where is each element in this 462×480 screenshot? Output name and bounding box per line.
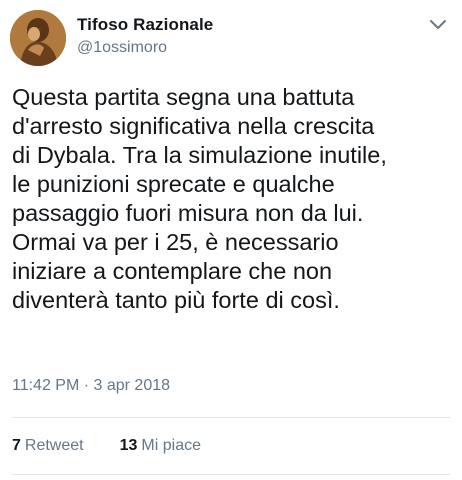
avatar-image — [10, 10, 66, 66]
user-handle[interactable]: @1ossimoro — [77, 39, 167, 57]
retweets-count: 7 — [12, 437, 21, 454]
tweet-text-line: le punizioni sprecate e qualche — [12, 171, 335, 197]
divider — [12, 417, 450, 418]
likes-count: 13 — [119, 437, 138, 454]
retweets-stat[interactable]: 7 Retweet — [12, 437, 84, 455]
retweets-label: Retweet — [24, 437, 84, 454]
timestamp[interactable]: 11:42 PM · 3 apr 2018 — [12, 377, 170, 395]
tweet-text-line: d'arresto significativa nella crescita — [12, 113, 375, 139]
tweet-text-line: Questa partita segna una battuta — [12, 84, 355, 110]
tweet-text: Questa partita segna una battuta d'arres… — [12, 83, 457, 315]
tweet-stats: 7 Retweet 13 Mi piace — [12, 437, 201, 455]
tweet-text-line: di Dybala. Tra la simulazione inutile, — [12, 142, 387, 168]
tweet-text-line: diventerà tanto più forte di così. — [12, 287, 340, 313]
divider — [12, 474, 450, 475]
chevron-down-icon[interactable] — [428, 14, 448, 34]
likes-label: Mi piace — [141, 437, 201, 454]
tweet-text-line: iniziare a contemplare che non — [12, 258, 333, 284]
tweet-text-line: Ormai va per i 25, è necessario — [12, 229, 339, 255]
avatar[interactable] — [10, 10, 66, 66]
tweet-card: Tifoso Razionale @1ossimoro Questa parti… — [0, 0, 462, 480]
tweet-text-line: passaggio fuori misura non da lui. — [12, 200, 364, 226]
likes-stat[interactable]: 13 Mi piace — [120, 437, 201, 455]
display-name[interactable]: Tifoso Razionale — [77, 15, 213, 35]
